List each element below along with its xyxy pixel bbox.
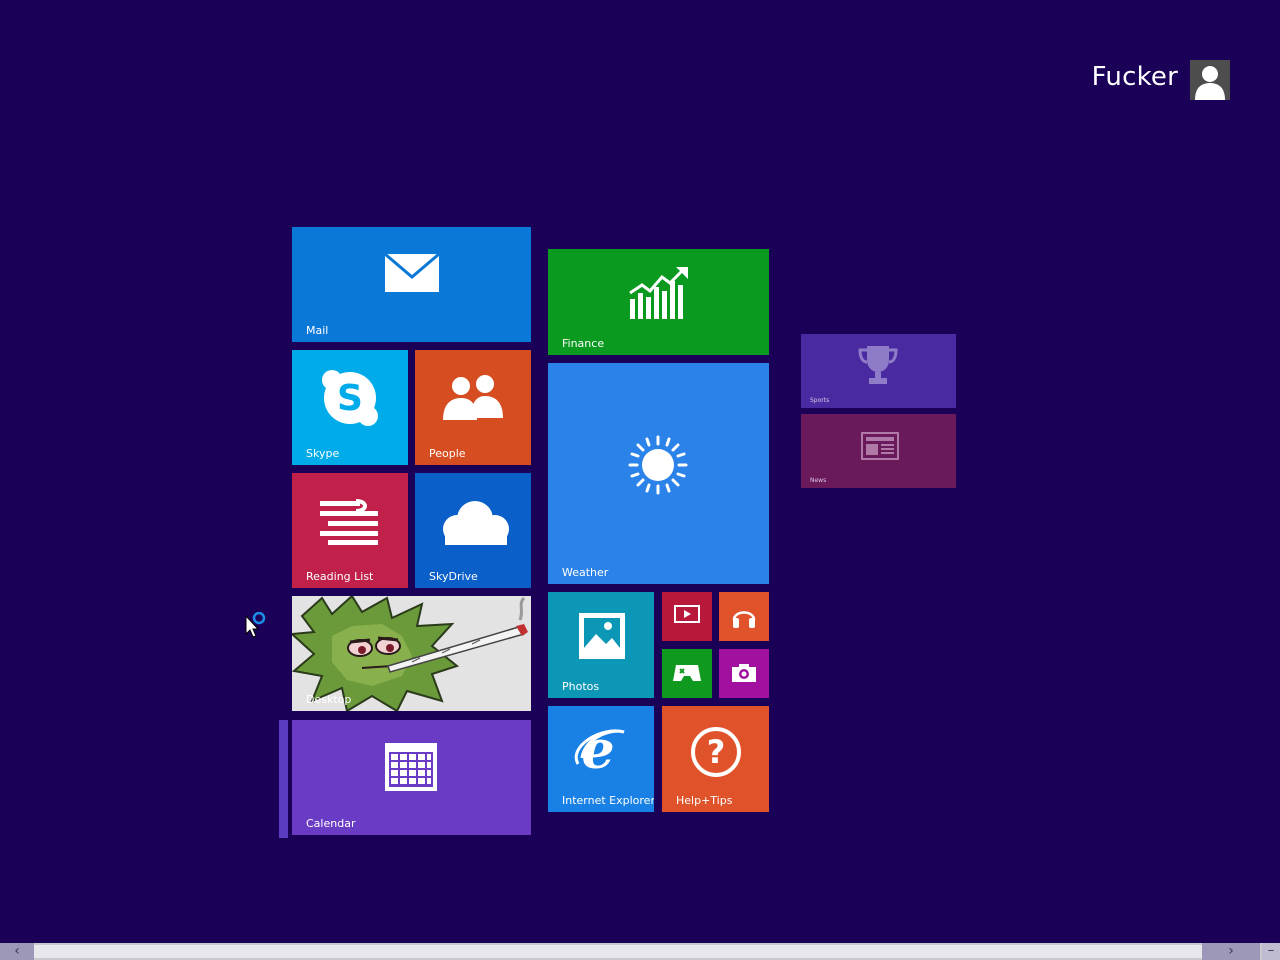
svg-text:S: S: [337, 378, 363, 419]
scroll-left-button[interactable]: ‹: [0, 943, 34, 960]
start-screen: Fucker Mail Finance S Skype People Readi…: [0, 0, 1280, 960]
reading-list-tile[interactable]: Reading List: [292, 473, 408, 588]
skype-label: Skype: [306, 447, 340, 460]
people-icon: [443, 375, 503, 420]
reading-list-icon: [320, 499, 378, 545]
calendar-tile[interactable]: Calendar: [292, 720, 531, 835]
people-label: People: [429, 447, 466, 460]
mail-tile[interactable]: Mail: [292, 227, 531, 342]
sports-label: Sports: [810, 397, 830, 404]
help-tips-tile[interactable]: ? Help+Tips: [662, 706, 769, 812]
newspaper-icon: [861, 432, 899, 460]
help-tips-label: Help+Tips: [676, 794, 733, 807]
skype-tile[interactable]: S Skype: [292, 350, 408, 465]
weather-label: Weather: [562, 566, 609, 579]
photos-tile[interactable]: Photos: [548, 592, 654, 698]
envelope-icon: [384, 253, 440, 292]
cloud-icon: [443, 501, 509, 545]
news-tile[interactable]: News: [801, 414, 956, 488]
reading-list-label: Reading List: [306, 570, 374, 583]
camera-icon: [732, 664, 756, 682]
calendar-label: Calendar: [306, 817, 356, 830]
people-tile[interactable]: People: [415, 350, 531, 465]
chart-growth-icon: [629, 267, 688, 319]
skype-icon: S: [322, 370, 378, 426]
scrollbar-thumb[interactable]: [34, 945, 1202, 958]
photo-icon: [579, 613, 625, 659]
scroll-right-button[interactable]: ›: [1202, 943, 1260, 960]
sun-icon: [628, 435, 688, 495]
camera-tile[interactable]: [719, 649, 769, 698]
calendar-icon: [385, 743, 437, 791]
video-tile[interactable]: [662, 592, 712, 641]
user-name[interactable]: Fucker: [1092, 62, 1178, 92]
photos-label: Photos: [562, 680, 600, 693]
mouse-cursor-busy-icon: [245, 612, 266, 638]
user-avatar-icon[interactable]: [1190, 60, 1230, 100]
weather-tile[interactable]: Weather: [548, 363, 769, 584]
skydrive-tile[interactable]: SkyDrive: [415, 473, 531, 588]
selection-indicator: [279, 720, 288, 838]
video-icon: [674, 605, 700, 623]
music-tile[interactable]: [719, 592, 769, 641]
scroll-right-icon: ›: [1228, 943, 1234, 959]
games-tile[interactable]: [662, 649, 712, 698]
zoom-out-icon: –: [1267, 943, 1275, 958]
game-controller-icon: [673, 665, 701, 681]
desktop-tile[interactable]: Desktop: [292, 596, 531, 711]
skydrive-label: SkyDrive: [429, 570, 478, 583]
finance-label: Finance: [562, 337, 605, 350]
help-icon: ?: [691, 727, 741, 777]
sports-tile[interactable]: Sports: [801, 334, 956, 408]
finance-tile[interactable]: Finance: [548, 249, 769, 355]
mail-label: Mail: [306, 324, 329, 337]
internet-explorer-icon: e: [574, 724, 625, 776]
svg-text:?: ?: [707, 733, 726, 771]
desktop-label: Desktop: [306, 693, 352, 706]
trophy-icon: [858, 346, 898, 384]
scroll-left-icon: ‹: [14, 943, 20, 959]
horizontal-scrollbar[interactable]: ‹ › –: [0, 943, 1280, 960]
semantic-zoom-button[interactable]: –: [1262, 943, 1280, 960]
news-label: News: [810, 477, 827, 484]
internet-explorer-tile[interactable]: e Internet Explorer: [548, 706, 654, 812]
headphones-icon: [732, 611, 756, 628]
internet-explorer-label: Internet Explorer: [562, 794, 654, 807]
